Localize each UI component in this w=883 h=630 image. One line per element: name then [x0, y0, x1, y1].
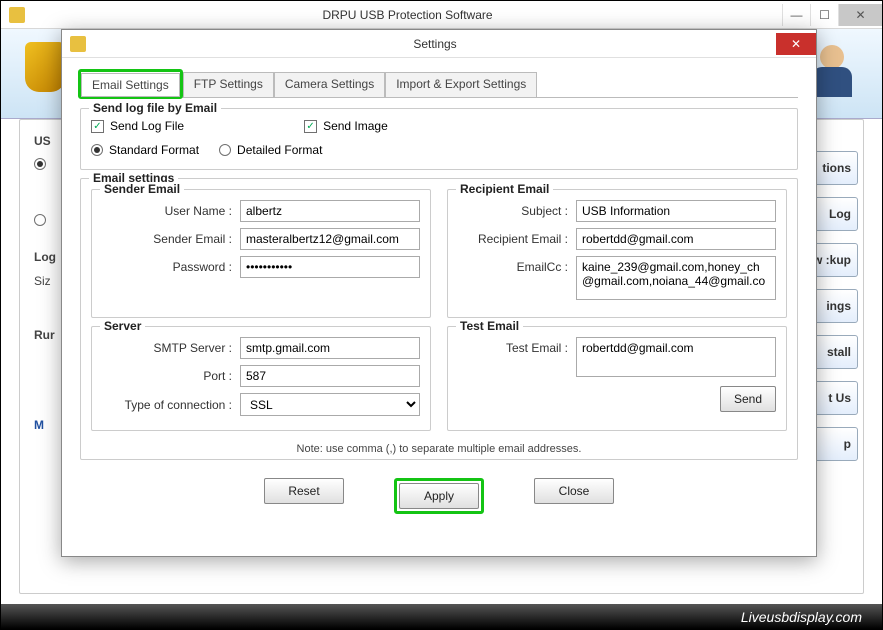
password-input[interactable] — [240, 256, 420, 278]
send-log-checkbox[interactable]: ✓ — [91, 120, 104, 133]
recipient-email-group: Recipient Email Subject : Recipient Emai… — [447, 189, 787, 318]
detailed-format-radio[interactable] — [219, 144, 231, 156]
standard-format-radio[interactable] — [91, 144, 103, 156]
reset-button[interactable]: Reset — [264, 478, 344, 504]
sender-email-label: Sender Email : — [102, 232, 232, 246]
sender-email-group: Sender Email User Name : Sender Email : … — [91, 189, 431, 318]
detailed-format-label: Detailed Format — [237, 143, 322, 157]
sender-legend: Sender Email — [100, 182, 184, 196]
tab-ftp-settings[interactable]: FTP Settings — [183, 72, 274, 97]
recipient-legend: Recipient Email — [456, 182, 553, 196]
maximize-button[interactable]: ☐ — [810, 4, 838, 26]
send-button[interactable]: Send — [720, 386, 776, 412]
standard-format-label: Standard Format — [109, 143, 199, 157]
send-log-legend: Send log file by Email — [89, 101, 221, 115]
send-log-label: Send Log File — [110, 119, 184, 133]
password-label: Password : — [102, 260, 232, 274]
test-email-group: Test Email Test Email : Send — [447, 326, 787, 431]
dialog-buttons: Reset Apply Close — [80, 478, 798, 514]
server-group: Server SMTP Server : Port : Type of conn… — [91, 326, 431, 431]
smtp-input[interactable] — [240, 337, 420, 359]
app-icon — [9, 7, 25, 23]
connection-label: Type of connection : — [102, 398, 232, 412]
email-settings-group: Email settings Sender Email User Name : … — [80, 178, 798, 460]
test-legend: Test Email — [456, 319, 523, 333]
subject-label: Subject : — [458, 204, 568, 218]
send-log-group: Send log file by Email ✓ Send Log File ✓… — [80, 108, 798, 170]
settings-title: Settings — [94, 37, 776, 51]
port-label: Port : — [102, 369, 232, 383]
main-title: DRPU USB Protection Software — [33, 8, 782, 22]
usb-radio[interactable] — [34, 158, 46, 170]
close-dialog-button[interactable]: Close — [534, 478, 614, 504]
test-email-input[interactable] — [576, 337, 776, 377]
minimize-button[interactable]: — — [782, 4, 810, 26]
smtp-label: SMTP Server : — [102, 341, 232, 355]
port-input[interactable] — [240, 365, 420, 387]
emailcc-input[interactable] — [576, 256, 776, 300]
server-legend: Server — [100, 319, 145, 333]
subject-input[interactable] — [576, 200, 776, 222]
close-button[interactable]: ✕ — [838, 4, 882, 26]
note-text: Note: use comma (,) to separate multiple… — [91, 443, 787, 455]
emailcc-label: EmailCc : — [458, 256, 568, 274]
tab-email-settings[interactable]: Email Settings — [81, 73, 180, 97]
settings-tabs: Email Settings FTP Settings Camera Setti… — [80, 72, 798, 98]
footer-watermark: Liveusbdisplay.com — [1, 604, 882, 629]
recipient-email-label: Recipient Email : — [458, 232, 568, 246]
settings-icon — [70, 36, 86, 52]
tab-camera-settings[interactable]: Camera Settings — [274, 72, 385, 97]
settings-dialog: Settings ✕ Email Settings FTP Settings C… — [61, 29, 817, 557]
send-image-label: Send Image — [323, 119, 388, 133]
settings-titlebar: Settings ✕ — [62, 30, 816, 58]
connection-select[interactable]: SSL — [240, 393, 420, 416]
username-label: User Name : — [102, 204, 232, 218]
tab-import-export-settings[interactable]: Import & Export Settings — [385, 72, 537, 97]
sender-email-input[interactable] — [240, 228, 420, 250]
main-titlebar: DRPU USB Protection Software — ☐ ✕ — [1, 1, 882, 29]
username-input[interactable] — [240, 200, 420, 222]
apply-button[interactable]: Apply — [399, 483, 479, 509]
usb-radio-2[interactable] — [34, 214, 46, 226]
send-image-checkbox[interactable]: ✓ — [304, 120, 317, 133]
settings-close-button[interactable]: ✕ — [776, 33, 816, 55]
test-email-label: Test Email : — [458, 337, 568, 355]
recipient-email-input[interactable] — [576, 228, 776, 250]
